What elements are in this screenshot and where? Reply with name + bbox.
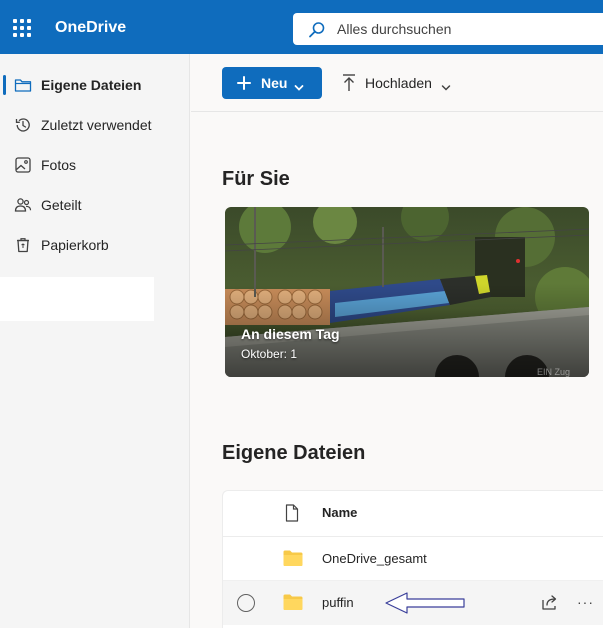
upload-button[interactable]: Hochladen	[336, 67, 456, 99]
sidebar-item-recycle-bin[interactable]: Papierkorb	[0, 225, 190, 265]
sidebar-item-photos[interactable]: Fotos	[0, 145, 190, 185]
folder-icon	[14, 76, 32, 94]
trash-icon	[14, 236, 32, 254]
file-name[interactable]: OneDrive_gesamt	[322, 551, 427, 566]
history-icon	[14, 116, 32, 134]
sidebar-item-label: Zuletzt verwendet	[41, 117, 152, 133]
memory-card[interactable]: An diesem Tag Oktober: 1 EIN Zug	[225, 207, 589, 377]
sidebar-item-shared[interactable]: Geteilt	[0, 185, 190, 225]
folder-icon	[283, 550, 303, 572]
new-button[interactable]: Neu	[222, 67, 322, 99]
for-you-heading: Für Sie	[222, 168, 290, 190]
app-launcher-icon[interactable]	[13, 19, 31, 37]
upload-icon	[341, 73, 357, 96]
memory-card-date: Oktober: 1	[241, 347, 298, 361]
new-button-label: Neu	[261, 75, 288, 91]
top-bar: OneDrive	[0, 0, 603, 54]
more-options-icon[interactable]: ···	[577, 594, 594, 610]
share-icon[interactable]	[541, 594, 559, 617]
sidebar-item-label: Papierkorb	[41, 237, 109, 253]
command-bar: Neu Hochladen	[191, 54, 603, 112]
folder-icon	[283, 594, 303, 616]
sidebar-item-label: Fotos	[41, 157, 77, 173]
upload-button-label: Hochladen	[365, 75, 432, 91]
chevron-down-icon	[441, 79, 451, 95]
memory-card-watermark: EIN Zug	[537, 367, 571, 377]
plus-icon	[236, 75, 252, 94]
image-icon	[14, 156, 32, 174]
chevron-down-icon	[294, 79, 304, 95]
row-select-radio[interactable]	[237, 594, 255, 612]
sidebar: Eigene Dateien Zuletzt verwendet Fotos G…	[0, 54, 190, 628]
file-name[interactable]: puffin	[322, 595, 354, 610]
search-icon	[308, 21, 326, 44]
search-box[interactable]	[293, 13, 603, 45]
app-title[interactable]: OneDrive	[55, 19, 126, 37]
sidebar-item-recent[interactable]: Zuletzt verwendet	[0, 105, 190, 145]
sidebar-item-my-files[interactable]: Eigene Dateien	[0, 65, 190, 105]
sidebar-item-label: Geteilt	[41, 197, 82, 213]
sidebar-blank-panel	[0, 277, 154, 321]
people-icon	[14, 196, 32, 214]
table-row[interactable]: OneDrive_gesamt	[223, 537, 603, 581]
annotation-arrow-icon	[385, 592, 465, 614]
memory-card-title: An diesem Tag	[241, 326, 340, 342]
my-files-heading: Eigene Dateien	[222, 442, 366, 464]
file-list-header: Name	[223, 491, 603, 537]
search-input[interactable]	[337, 13, 603, 45]
sidebar-item-label: Eigene Dateien	[41, 77, 142, 93]
column-header-name[interactable]: Name	[322, 505, 357, 520]
file-type-icon	[285, 504, 299, 527]
main-content: Neu Hochladen Für Sie An diesem Tag Okto…	[191, 54, 603, 628]
